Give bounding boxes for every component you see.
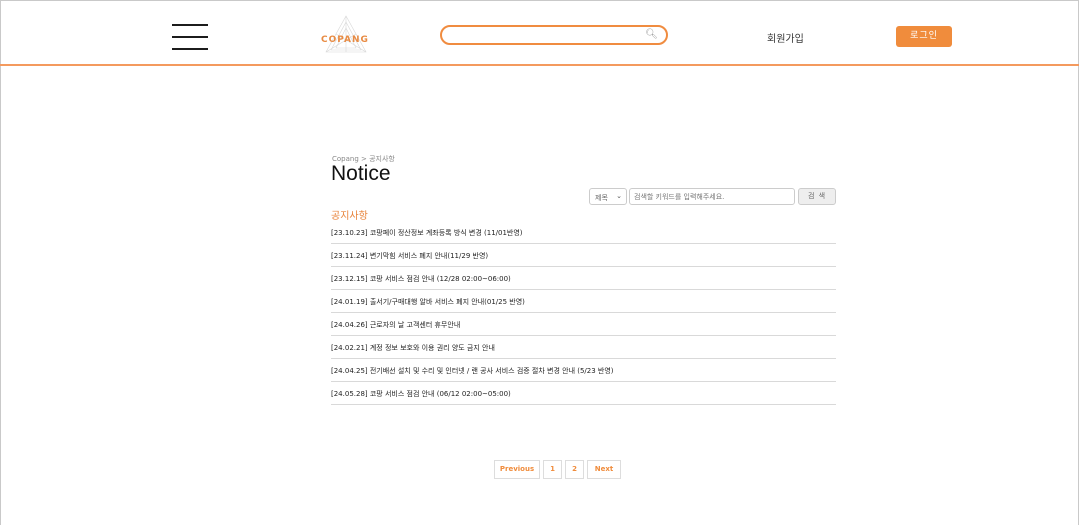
page-1-button[interactable]: 1: [543, 460, 562, 479]
site-header: COPANG 🔍︎ 회원가입 로그인: [0, 0, 1079, 66]
list-item[interactable]: [24.04.25] 전기배선 설치 및 수리 및 인터넷 / 랜 공사 서비스…: [331, 360, 836, 382]
search-button[interactable]: 검 색: [798, 188, 836, 205]
login-button[interactable]: 로그인: [896, 26, 952, 47]
list-item[interactable]: [23.11.24] 변기막힘 서비스 폐지 안내(11/29 반영): [331, 245, 836, 267]
section-title: 공지사항: [331, 211, 368, 222]
filter-select-value: 제목: [595, 194, 608, 202]
search-icon[interactable]: 🔍︎: [645, 29, 658, 40]
pagination: Previous 1 2 Next: [494, 460, 624, 479]
signup-link[interactable]: 회원가입: [767, 30, 804, 45]
logo-icon: [325, 15, 367, 53]
list-item[interactable]: [23.12.15] 코팡 서비스 점검 안내 (12/28 02:00~06:…: [331, 268, 836, 290]
page-2-button[interactable]: 2: [565, 460, 584, 479]
previous-button[interactable]: Previous: [494, 460, 540, 479]
chevron-down-icon: ⌄: [616, 192, 622, 200]
list-item[interactable]: [24.05.28] 코팡 서비스 점검 안내 (06/12 02:00~05:…: [331, 383, 836, 405]
page-title: Notice: [331, 162, 391, 185]
list-item[interactable]: [23.10.23] 코팡페이 정산정보 계좌등록 방식 변경 (11/01반영…: [331, 222, 836, 244]
header-search[interactable]: 🔍︎: [440, 25, 668, 45]
menu-icon[interactable]: [172, 24, 208, 50]
logo[interactable]: COPANG: [318, 14, 374, 54]
notice-list: [23.10.23] 코팡페이 정산정보 계좌등록 방식 변경 (11/01반영…: [331, 222, 836, 406]
filter-select[interactable]: 제목 ⌄: [589, 188, 627, 205]
logo-text: COPANG: [321, 35, 369, 45]
list-item[interactable]: [24.01.19] 출서기/구매대행 알바 서비스 폐지 안내(01/25 반…: [331, 291, 836, 313]
list-item[interactable]: [24.04.26] 근로자의 날 고객센터 휴무안내: [331, 314, 836, 336]
search-input[interactable]: [452, 28, 646, 44]
next-button[interactable]: Next: [587, 460, 621, 479]
list-item[interactable]: [24.02.21] 계정 정보 보호와 이용 권리 양도 금지 안내: [331, 337, 836, 359]
keyword-input[interactable]: [629, 188, 795, 205]
